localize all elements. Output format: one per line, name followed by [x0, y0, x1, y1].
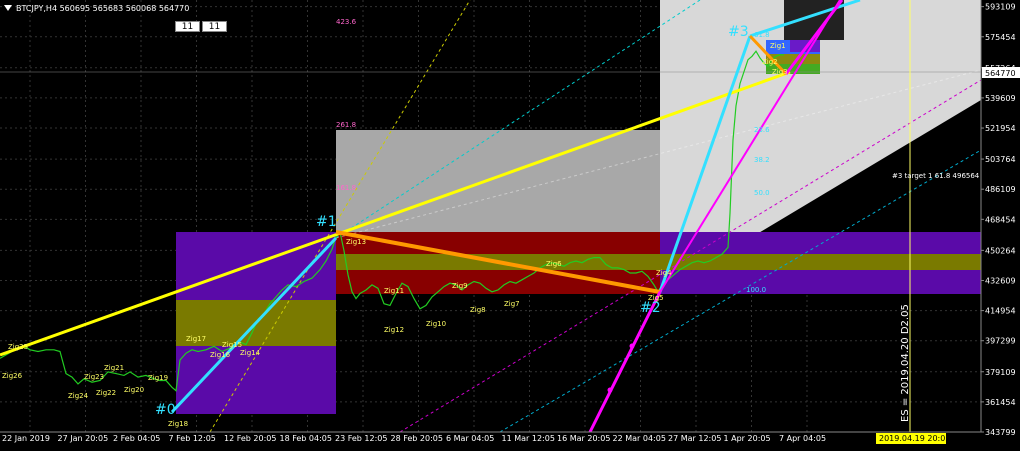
x-tick-label: 22 Mar 04:05 [613, 434, 666, 443]
x-tick-label: 16 Mar 20:05 [557, 434, 610, 443]
fib-level-label: 38.2 [754, 156, 770, 164]
y-tick-label: 450264 [985, 246, 1016, 255]
zigzag-label: Zig15 [222, 341, 242, 349]
x-tick-label: 23 Feb 12:05 [335, 434, 387, 443]
zigzag-label: Zig24 [68, 392, 89, 400]
price-tag: 564770 [985, 69, 1016, 78]
zigzag-label: Zig16 [210, 351, 231, 359]
zigzag-label: Zig9 [452, 282, 468, 290]
es-label: ES = 2019.04.20 D2.05 [900, 304, 911, 422]
fib-level-label: 261.8 [336, 121, 356, 129]
x-tick-label: 27 Jan 20:05 [58, 434, 109, 443]
zigzag-label: Zig20 [124, 386, 144, 394]
date-tag: 2019.04.19 20:05 [879, 434, 950, 443]
x-tick-label: 18 Feb 04:05 [280, 434, 332, 443]
zigzag-label: Zig26 [2, 372, 23, 380]
y-tick-label: 397299 [985, 337, 1016, 346]
toolbar-button-1[interactable]: 11 [175, 21, 200, 32]
zigzag-label: Zig11 [384, 287, 404, 295]
zigzag-label: Zig8 [470, 306, 486, 314]
y-tick-label: 503764 [985, 155, 1016, 164]
zone-olive-mid [336, 254, 981, 270]
zigzag-label: Zig23 [84, 373, 104, 381]
y-tick-label: 414954 [985, 307, 1016, 316]
chart-svg[interactable]: 423.6 261.8 161.8 23.6 38.2 50.0 61.8 Zig25 Zig… [0, 0, 1020, 447]
pivot-label: #3 [728, 24, 749, 40]
toolbar-button-2[interactable]: 11 [202, 21, 227, 32]
x-axis: 22 Jan 2019 27 Jan 20:05 2 Feb 04:05 7 Feb … [2, 434, 826, 443]
fib-level-label: 423.6 [336, 18, 357, 26]
zigzag-label: Zig18 [168, 420, 188, 428]
fib-level-label: 161.8 [336, 184, 356, 192]
y-tick-label: 468454 [985, 215, 1016, 224]
zigzag-label: Zig3 [772, 68, 788, 76]
magenta-dot [607, 387, 613, 393]
zigzag-label: Zig21 [104, 364, 124, 372]
zigzag-label: Zig14 [240, 349, 261, 357]
x-tick-label: 6 Mar 04:05 [446, 434, 494, 443]
x-tick-label: 2 Feb 04:05 [113, 434, 160, 443]
x-tick-label: 1 Apr 20:05 [724, 434, 771, 443]
pivot-label: #2 [640, 300, 661, 316]
zigzag-label: Zig1 [770, 42, 786, 50]
y-tick-label: 343799 [985, 428, 1016, 437]
y-tick-label: 539609 [985, 94, 1016, 103]
magenta-dot [629, 343, 635, 349]
x-tick-label: 22 Jan 2019 [2, 434, 50, 443]
zigzag-label: Zig13 [346, 238, 366, 246]
zigzag-label: Zig22 [96, 389, 116, 397]
target-label: #3 target 1 61.8 496564 [892, 172, 980, 180]
y-tick-label: 521954 [985, 124, 1016, 133]
pivot-label: #0 [155, 402, 176, 418]
zigzag-label: Zig7 [504, 300, 520, 308]
zigzag-label: Zig19 [148, 374, 168, 382]
zone-dark-topright [784, 0, 844, 40]
x-tick-label: 12 Feb 20:05 [224, 434, 276, 443]
y-tick-label: 379109 [985, 368, 1016, 377]
zigzag-label: Zig10 [426, 320, 446, 328]
zigzag-label: Zig2 [762, 58, 778, 66]
chart-area[interactable]: 423.6 261.8 161.8 23.6 38.2 50.0 61.8 Zig25 Zig… [0, 0, 1020, 447]
y-tick-label: 575454 [985, 33, 1016, 42]
symbol-info: BTCJPY,H4 560695 565683 560068 564770 [16, 4, 189, 13]
zigzag-label: Zig12 [384, 326, 404, 334]
x-tick-label: 11 Mar 12:05 [502, 434, 555, 443]
zigzag-label: Zig4 [656, 269, 672, 277]
x-tick-label: 7 Feb 12:05 [169, 434, 216, 443]
fib-label-lower: 100.0 [746, 286, 766, 294]
x-tick-label: 7 Apr 04:05 [779, 434, 826, 443]
zigzag-label: Zig17 [186, 335, 206, 343]
x-tick-label: 28 Feb 20:05 [391, 434, 443, 443]
x-tick-label: 27 Mar 12:05 [668, 434, 721, 443]
pivot-label: #1 [316, 214, 337, 230]
y-tick-label: 432609 [985, 276, 1016, 285]
y-tick-label: 593109 [985, 3, 1016, 12]
y-tick-label: 361454 [985, 398, 1016, 407]
fib-level-label: 61.8 [754, 31, 770, 39]
fib-level-label: 23.6 [754, 126, 770, 134]
zigzag-label: Zig25 [8, 343, 28, 351]
zigzag-label: Zig6 [546, 260, 562, 268]
fib-level-label: 50.0 [754, 189, 770, 197]
y-tick-label: 486109 [985, 185, 1016, 194]
